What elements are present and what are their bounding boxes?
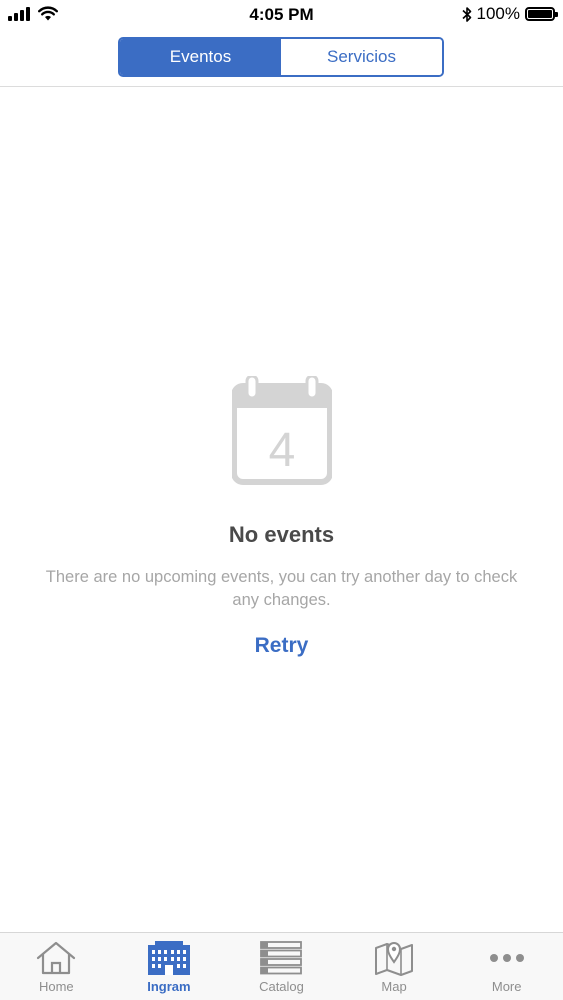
status-bar: 4:05 PM 100%	[0, 0, 563, 30]
tab-home[interactable]: Home	[0, 933, 113, 1000]
bluetooth-icon	[461, 6, 471, 22]
tab-bar: Home Ingram Catalog Map More	[0, 932, 563, 1000]
calendar-day-number: 4	[268, 424, 295, 477]
list-icon	[259, 940, 303, 976]
empty-state: 4 No events There are no upcoming events…	[0, 376, 563, 658]
empty-state-title: No events	[228, 522, 335, 547]
segment-eventos[interactable]: Eventos	[120, 39, 281, 75]
tab-catalog-label: Catalog	[259, 979, 304, 994]
tab-ingram[interactable]: Ingram	[113, 933, 226, 1000]
retry-button[interactable]: Retry	[255, 634, 309, 658]
more-icon	[489, 940, 525, 976]
tab-catalog[interactable]: Catalog	[225, 933, 338, 1000]
tab-map[interactable]: Map	[338, 933, 451, 1000]
segmented-control: Eventos Servicios	[118, 37, 444, 77]
battery-percentage: 100%	[476, 4, 520, 23]
navigation-bar: Eventos Servicios	[0, 30, 563, 87]
building-icon	[147, 940, 191, 976]
segment-servicios[interactable]: Servicios	[281, 39, 442, 75]
battery-fill	[528, 10, 552, 18]
calendar-icon: 4	[231, 376, 332, 485]
home-icon	[35, 940, 77, 976]
battery-icon	[525, 7, 558, 21]
tab-more[interactable]: More	[450, 933, 563, 1000]
tab-map-label: Map	[381, 979, 407, 994]
tab-home-label: Home	[38, 979, 74, 994]
tab-more-label: More	[491, 979, 522, 994]
status-right: 100%	[461, 4, 558, 24]
map-icon	[374, 940, 414, 976]
tab-ingram-label: Ingram	[147, 979, 191, 994]
empty-state-message: There are no upcoming events, you can tr…	[45, 568, 518, 609]
